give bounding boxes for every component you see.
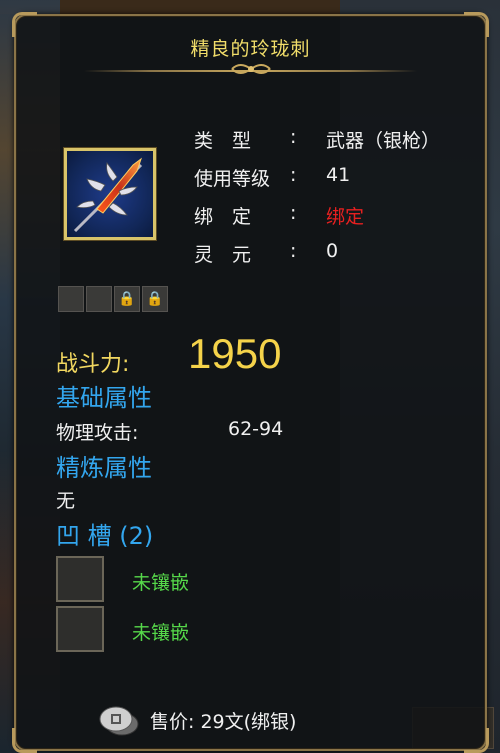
corner-ornament (12, 728, 37, 753)
socket-slot[interactable] (56, 606, 104, 652)
title-ornament-icon (230, 64, 271, 74)
type-value: 武器（银枪） (326, 130, 441, 152)
bind-label: 绑 定 (194, 206, 252, 228)
socket-status: 未镶嵌 (132, 572, 190, 594)
physical-attack-label: 物理攻击: (56, 422, 139, 444)
price-row: 售价: 29文(绑银) (98, 702, 296, 738)
lock-icon: 🔒 (146, 291, 164, 307)
lock-icon: 🔒 (118, 291, 136, 307)
base-attributes-header: 基础属性 (56, 384, 152, 412)
item-tooltip-panel: 精良的玲珑刺 🔒 🔒 类 型: 武器（银枪） 使用等级: 41 绑 定: … (12, 12, 489, 753)
gem-slot-locked[interactable]: 🔒 (114, 286, 140, 312)
gem-slot-locked[interactable]: 🔒 (142, 286, 168, 312)
spear-weapon-icon (73, 157, 143, 233)
bind-value: 绑定 (326, 206, 365, 228)
item-title: 精良的玲珑刺 (190, 38, 311, 60)
refine-attributes-header: 精炼属性 (56, 454, 152, 482)
colon: : (290, 202, 297, 224)
physical-attack-value: 62-94 (228, 418, 284, 440)
socket-status: 未镶嵌 (132, 622, 190, 644)
socket-slot[interactable] (56, 556, 104, 602)
sockets-header: 凹 槽 (2) (56, 522, 154, 550)
soul-label: 灵 元 (194, 244, 252, 266)
type-label: 类 型 (194, 130, 252, 152)
gem-slot[interactable] (58, 286, 84, 312)
coin-icon (99, 706, 139, 736)
item-icon-frame[interactable] (64, 148, 156, 240)
colon: : (290, 126, 297, 148)
colon: : (290, 240, 297, 262)
power-value: 1950 (188, 330, 282, 377)
power-label: 战斗力: (56, 352, 130, 377)
price-text: 售价: 29文(绑银) (150, 710, 297, 733)
level-label: 使用等级 (194, 168, 271, 190)
refine-value: 无 (56, 490, 76, 512)
corner-ornament (464, 728, 489, 753)
soul-value: 0 (326, 240, 339, 262)
level-value: 41 (326, 164, 351, 186)
gem-slot[interactable] (86, 286, 112, 312)
colon: : (290, 164, 297, 186)
